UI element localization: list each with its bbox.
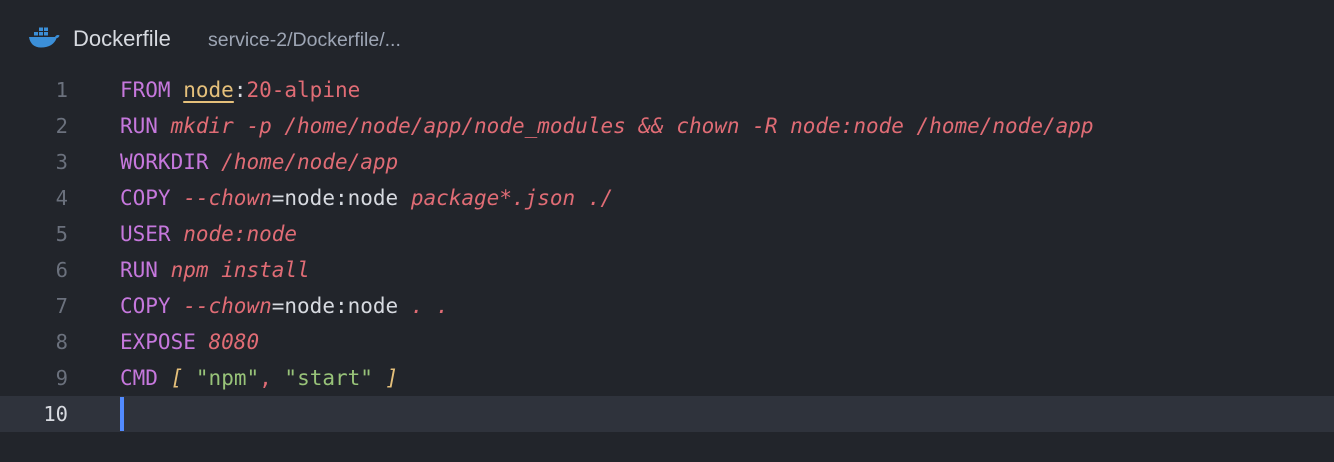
code-token: 20-alpine — [246, 78, 361, 102]
code-token: EXPOSE — [120, 330, 196, 354]
code-token: WORKDIR — [120, 150, 209, 174]
code-token: npm install — [170, 258, 310, 282]
file-name: Dockerfile — [73, 26, 171, 51]
line-content: WORKDIR /home/node/app — [120, 144, 398, 180]
code-token: . . — [410, 294, 449, 318]
code-token: CMD — [120, 366, 158, 390]
line-number: 4 — [55, 186, 68, 210]
line-number: 8 — [55, 330, 68, 354]
line-content: USER node:node — [120, 216, 297, 252]
line-number: 10 — [43, 402, 68, 426]
line-content: RUN mkdir -p /home/node/app/node_modules… — [120, 108, 1094, 144]
code-token: "start" — [284, 366, 373, 390]
code-token: RUN — [120, 114, 158, 138]
code-token: --chown — [183, 294, 272, 318]
code-token: package*.json ./ — [410, 186, 614, 210]
code-token: node — [183, 78, 234, 102]
code-token: ] — [385, 366, 399, 390]
code-token: COPY — [120, 186, 171, 210]
code-token: COPY — [120, 294, 171, 318]
line-content: CMD [ "npm", "start" ] — [120, 360, 398, 396]
code-line[interactable]: 8 EXPOSE 8080 — [0, 324, 1334, 360]
docker-whale-icon — [28, 25, 60, 49]
code-token: [ — [170, 366, 184, 390]
code-token: FROM — [120, 78, 171, 102]
code-line[interactable]: 2 RUN mkdir -p /home/node/app/node_module… — [0, 108, 1334, 144]
code-token: USER — [120, 222, 171, 246]
code-area[interactable]: 1 FROM node:20-alpine 2 RUN mkdir -p /home/… — [0, 72, 1334, 432]
code-line[interactable]: 7 COPY --chown=node:node . . — [0, 288, 1334, 324]
code-token: 8080 — [208, 330, 260, 354]
code-token: =node:node — [271, 186, 411, 210]
code-editor[interactable]: Dockerfile service-2/Dockerfile/... 1 FRO… — [0, 0, 1334, 462]
code-line[interactable]: 10 — [0, 396, 1334, 432]
line-number: 5 — [55, 222, 68, 246]
code-line[interactable]: 5 USER node:node — [0, 216, 1334, 252]
line-number: 6 — [55, 258, 68, 282]
line-number: 7 — [55, 294, 68, 318]
text-cursor — [120, 397, 124, 431]
code-token: , — [259, 366, 285, 390]
code-token: "npm" — [195, 366, 260, 390]
file-path: service-2/Dockerfile/... — [208, 29, 401, 51]
code-token: --chown — [183, 186, 272, 210]
line-content: COPY --chown=node:node package*.json ./ — [120, 180, 613, 216]
line-number: 3 — [55, 150, 68, 174]
code-line[interactable]: 6 RUN npm install — [0, 252, 1334, 288]
file-header: Dockerfile service-2/Dockerfile/... — [0, 0, 1334, 72]
code-token: node:node — [183, 222, 298, 246]
line-number: 1 — [55, 78, 68, 102]
line-content: EXPOSE 8080 — [120, 324, 259, 360]
code-token: /home/node/app — [221, 150, 399, 174]
code-token: =node:node — [271, 294, 411, 318]
code-line[interactable]: 4 COPY --chown=node:node package*.json ./ — [0, 180, 1334, 216]
line-number: 2 — [55, 114, 68, 138]
code-line[interactable]: 9 CMD [ "npm", "start" ] — [0, 360, 1334, 396]
code-line[interactable]: 1 FROM node:20-alpine — [0, 72, 1334, 108]
line-number: 9 — [55, 366, 68, 390]
code-token: mkdir -p /home/node/app/node_modules && … — [170, 114, 1094, 138]
line-content: COPY --chown=node:node . . — [120, 288, 449, 324]
code-token: : — [233, 78, 247, 102]
line-content: RUN npm install — [120, 252, 310, 288]
code-token: RUN — [120, 258, 158, 282]
line-content: FROM node:20-alpine — [120, 72, 360, 108]
code-line[interactable]: 3 WORKDIR /home/node/app — [0, 144, 1334, 180]
